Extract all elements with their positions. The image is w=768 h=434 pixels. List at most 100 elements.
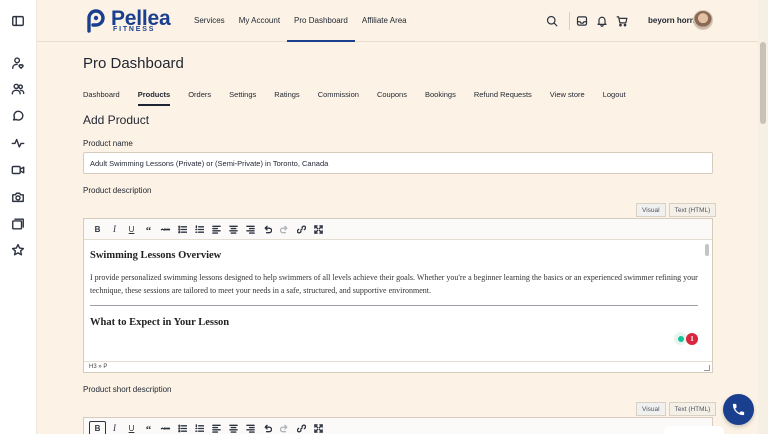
short-underline-button[interactable]: U: [123, 421, 140, 434]
nav-services[interactable]: Services: [187, 0, 232, 42]
subnav-refund-requests[interactable]: Refund Requests: [474, 86, 532, 106]
bullet-list-button[interactable]: [174, 222, 191, 237]
left-rail: [0, 0, 37, 434]
star-icon[interactable]: [10, 242, 26, 258]
subnav-orders[interactable]: Orders: [188, 86, 211, 106]
element-path: H3 » P: [89, 364, 108, 370]
short-italic-button[interactable]: I: [106, 421, 123, 434]
numbered-list-button[interactable]: [191, 222, 208, 237]
subnav-view-store[interactable]: View store: [550, 86, 585, 106]
italic-button[interactable]: I: [106, 222, 123, 237]
header-icons: [542, 13, 632, 29]
cart-icon[interactable]: [612, 13, 632, 29]
avatar[interactable]: [693, 10, 713, 30]
subnav-settings[interactable]: Settings: [229, 86, 256, 106]
resize-handle[interactable]: [704, 365, 710, 371]
product-description-label: Product description: [83, 186, 152, 195]
short-fullscreen-button[interactable]: [310, 421, 327, 434]
subnav-ratings[interactable]: Ratings: [274, 86, 299, 106]
editor-divider: [90, 305, 698, 306]
video-icon[interactable]: [10, 162, 26, 178]
short-editor-toolbar: B I U “ ABC: [84, 418, 712, 434]
page-scrollbar-thumb[interactable]: [760, 42, 766, 124]
align-right-button[interactable]: [242, 222, 259, 237]
strike-glyph: ABC: [160, 226, 171, 232]
activity-icon[interactable]: [10, 135, 26, 151]
short-align-left-icon: [212, 424, 221, 433]
short-quote-glyph: “: [145, 424, 152, 434]
blockquote-button[interactable]: “: [140, 222, 157, 237]
short-tab-text-html[interactable]: Text (HTML): [668, 402, 717, 416]
short-bullet-list-button[interactable]: [174, 421, 191, 434]
short-align-left-button[interactable]: [208, 421, 225, 434]
subnav-logout[interactable]: Logout: [603, 86, 626, 106]
tab-visual[interactable]: Visual: [636, 203, 666, 217]
underline-button[interactable]: U: [123, 222, 140, 237]
short-fullscreen-icon: [314, 423, 323, 433]
gallery-icon[interactable]: [10, 216, 26, 232]
short-strikethrough-button[interactable]: ABC: [157, 421, 174, 434]
tab-text-html[interactable]: Text (HTML): [668, 203, 717, 217]
brand-logo[interactable]: Pellea FITNESS: [84, 8, 194, 36]
header-spacer: [562, 13, 572, 29]
editor-heading-expect: What to Expect in Your Lesson: [90, 317, 230, 328]
short-link-button[interactable]: [293, 421, 310, 434]
short-blockquote-button[interactable]: “: [140, 421, 157, 434]
short-italic-glyph: I: [113, 423, 116, 433]
short-tab-visual[interactable]: Visual: [636, 402, 666, 416]
page-title: Pro Dashboard: [83, 55, 184, 72]
short-redo-button[interactable]: [276, 421, 293, 434]
grammar-widget[interactable]: 1: [674, 332, 698, 345]
camera-icon[interactable]: [10, 189, 26, 205]
subnav-products[interactable]: Products: [137, 86, 171, 106]
inbox-icon[interactable]: [572, 13, 592, 29]
fullscreen-icon: [314, 224, 323, 234]
fullscreen-button[interactable]: [310, 222, 327, 237]
short-align-right-button[interactable]: [242, 421, 259, 434]
product-name-input[interactable]: [83, 152, 713, 174]
subnav-dashboard[interactable]: Dashboard: [83, 86, 120, 106]
short-bold-button[interactable]: B: [89, 420, 106, 434]
editor-scrollbar[interactable]: [705, 244, 709, 256]
grammar-count-badge: 1: [686, 332, 698, 345]
users-icon[interactable]: [10, 81, 26, 97]
align-left-button[interactable]: [208, 222, 225, 237]
nav-my-account[interactable]: My Account: [232, 0, 287, 42]
subnav-bookings[interactable]: Bookings: [425, 86, 456, 106]
editor-heading-overview: Swimming Lessons Overview: [90, 250, 222, 261]
short-numbered-list-button[interactable]: [191, 421, 208, 434]
bell-icon[interactable]: [592, 13, 612, 29]
short-align-center-button[interactable]: [225, 421, 242, 434]
product-name-label: Product name: [83, 139, 133, 148]
link-icon: [297, 224, 306, 234]
search-icon[interactable]: [542, 13, 562, 29]
editor-statusbar: H3 » P: [84, 361, 712, 372]
description-editor-tabs: Visual Text (HTML): [636, 203, 717, 217]
short-bullet-list-icon: [178, 424, 187, 432]
bold-button[interactable]: B: [89, 222, 106, 237]
nav-pro-dashboard[interactable]: Pro Dashboard: [287, 0, 355, 42]
user-heart-icon[interactable]: [10, 55, 26, 71]
bullet-list-icon: [178, 225, 187, 233]
username[interactable]: beyorn horn: [648, 16, 695, 25]
italic-glyph: I: [113, 224, 116, 234]
brand-mark-icon: [87, 9, 105, 33]
short-link-icon: [297, 423, 306, 433]
strikethrough-button[interactable]: ABC: [157, 222, 174, 237]
link-button[interactable]: [293, 222, 310, 237]
align-left-icon: [212, 225, 221, 234]
undo-button[interactable]: [259, 222, 276, 237]
subnav-commission[interactable]: Commission: [318, 86, 359, 106]
redo-button[interactable]: [276, 222, 293, 237]
short-undo-button[interactable]: [259, 421, 276, 434]
chat-icon[interactable]: [10, 108, 26, 124]
nav-affiliate-area[interactable]: Affiliate Area: [355, 0, 414, 42]
section-title: Add Product: [83, 113, 150, 127]
sidebar-toggle-icon[interactable]: [10, 13, 26, 29]
subnav-coupons[interactable]: Coupons: [377, 86, 407, 106]
align-center-button[interactable]: [225, 222, 242, 237]
page-scrollbar[interactable]: [758, 0, 768, 434]
call-button[interactable]: [723, 394, 754, 425]
short-strike-glyph: ABC: [160, 425, 171, 431]
editor-content[interactable]: Swimming Lessons Overview I provide pers…: [84, 240, 712, 361]
